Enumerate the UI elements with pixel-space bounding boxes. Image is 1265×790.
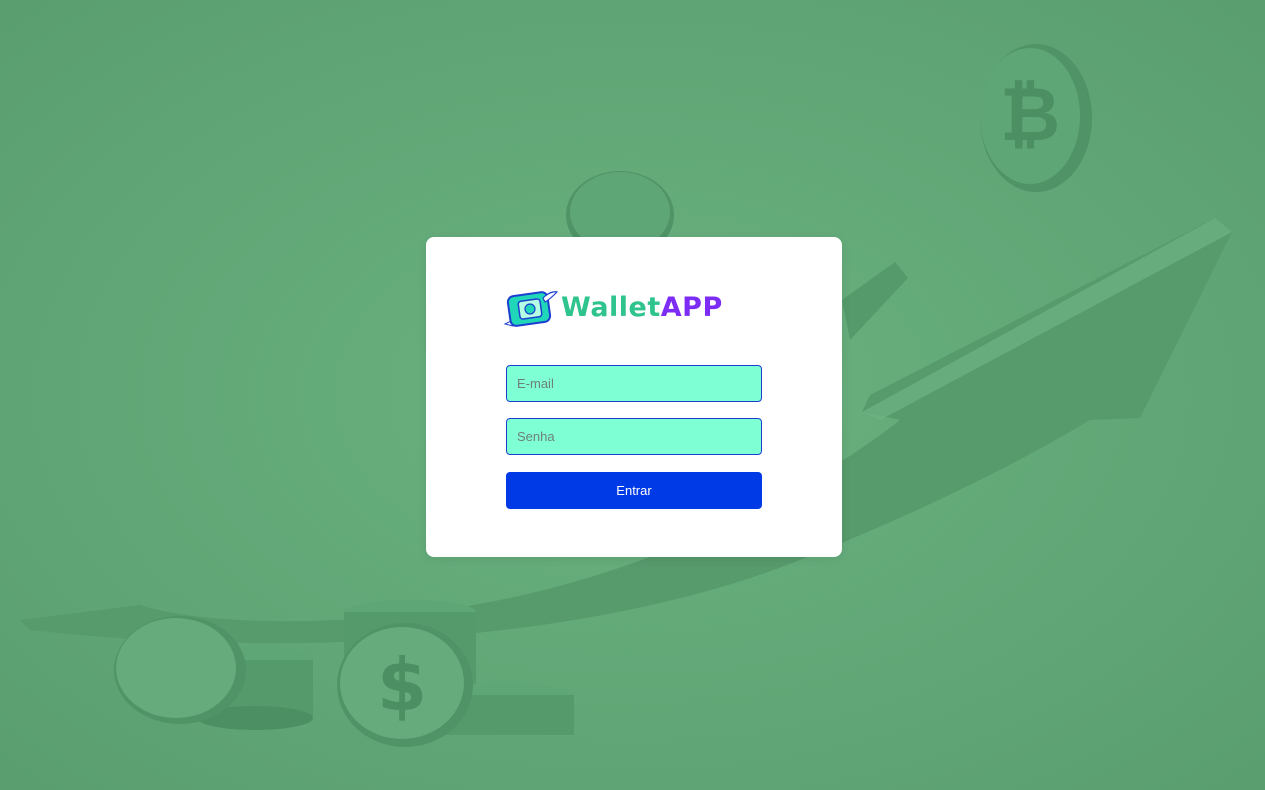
login-card: WalletAPP Entrar	[426, 237, 842, 557]
login-button[interactable]: Entrar	[506, 472, 762, 509]
brand-name: WalletAPP	[561, 290, 723, 326]
wallet-money-icon	[503, 291, 559, 327]
svg-text:₿: ₿	[1000, 72, 1060, 158]
password-field[interactable]	[506, 418, 762, 455]
svg-text:$: $	[377, 643, 427, 727]
wallet-app-logo: WalletAPP	[503, 288, 765, 328]
brand-name-app: APP	[660, 292, 723, 323]
email-field[interactable]	[506, 365, 762, 402]
bitcoin-coin-top: ₿	[980, 44, 1092, 192]
brand-name-wallet: Wallet	[561, 292, 661, 323]
